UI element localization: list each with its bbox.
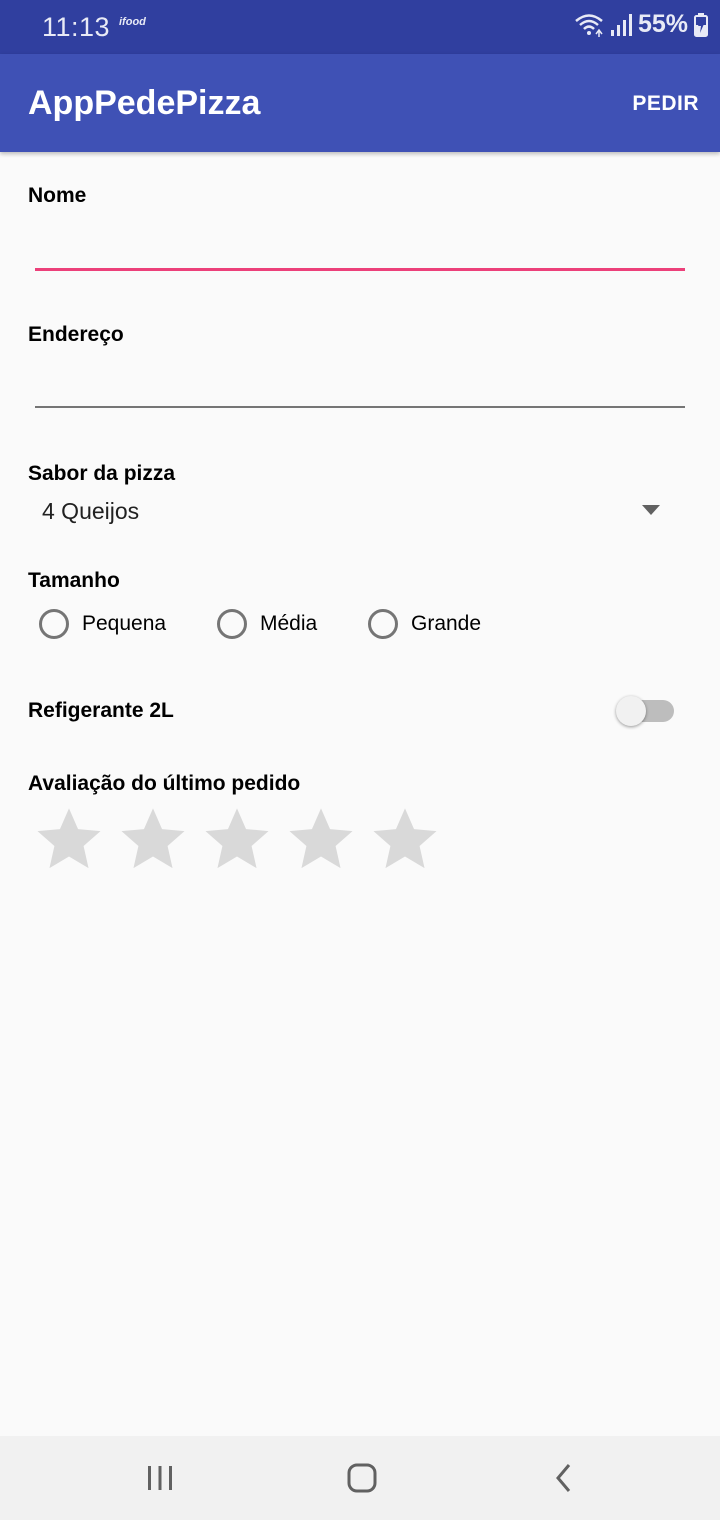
status-icons: 55%	[574, 10, 708, 39]
size-radio-grande[interactable]: Grande	[368, 604, 481, 644]
rating-label: Avaliação do último pedido	[28, 772, 301, 795]
flavor-selected-value: 4 Queijos	[42, 498, 140, 524]
soda-switch[interactable]	[616, 696, 676, 726]
app-bar: AppPedePizza PEDIR	[0, 54, 720, 152]
ifood-notification-icon: ifood	[119, 16, 146, 28]
navigation-bar	[0, 1436, 720, 1520]
wifi-icon	[575, 13, 603, 37]
signal-icon	[610, 13, 632, 36]
size-label: Tamanho	[28, 569, 120, 592]
recent-apps-icon	[148, 1466, 172, 1490]
status-time: 11:13	[42, 12, 111, 42]
address-input[interactable]	[35, 365, 685, 405]
switch-thumb	[616, 696, 646, 726]
size-option-label: Grande	[411, 612, 482, 635]
star-icon[interactable]	[118, 804, 188, 874]
flavor-dropdown[interactable]: 4 Queijos	[28, 492, 692, 532]
radio-circle-icon	[217, 609, 247, 639]
battery-charging-icon	[694, 12, 708, 37]
recent-apps-button[interactable]	[130, 1458, 190, 1498]
order-button[interactable]: PEDIR	[632, 92, 699, 116]
address-label: Endereço	[28, 323, 124, 346]
address-input-underline	[35, 406, 685, 408]
battery-percent: 55%	[637, 10, 688, 38]
size-option-label: Média	[260, 612, 318, 635]
home-icon	[347, 1463, 377, 1493]
star-icon[interactable]	[286, 804, 356, 874]
star-icon[interactable]	[202, 804, 272, 874]
size-radio-media[interactable]: Média	[217, 604, 317, 644]
star-icon[interactable]	[370, 804, 440, 874]
back-icon	[556, 1464, 571, 1492]
rating-bar[interactable]	[34, 804, 440, 874]
flavor-label: Sabor da pizza	[28, 462, 176, 485]
size-radio-pequena[interactable]: Pequena	[39, 604, 166, 644]
name-label: Nome	[28, 184, 87, 207]
radio-circle-icon	[368, 609, 398, 639]
soda-label: Refigerante 2L	[28, 699, 174, 722]
status-bar: 11:13 ifood 55%	[0, 0, 720, 54]
radio-circle-icon	[39, 609, 69, 639]
name-input[interactable]	[35, 226, 685, 266]
back-button[interactable]	[534, 1458, 594, 1498]
size-option-label: Pequena	[82, 612, 167, 635]
app-title: AppPedePizza	[28, 84, 261, 122]
star-icon[interactable]	[34, 804, 104, 874]
home-button[interactable]	[332, 1458, 392, 1498]
name-input-underline	[35, 268, 685, 271]
dropdown-arrow-icon	[642, 505, 660, 515]
